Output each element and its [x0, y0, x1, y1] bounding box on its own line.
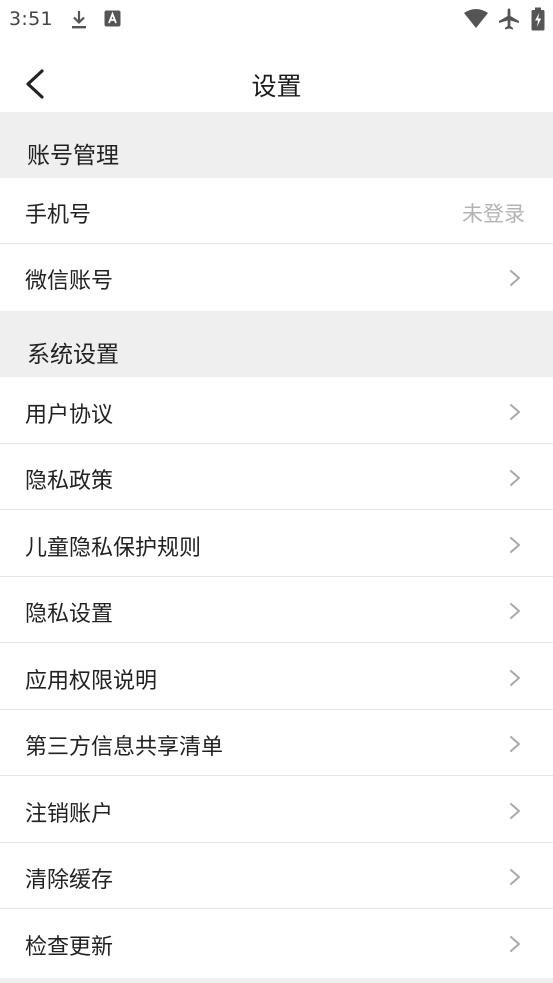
- chevron-right-icon: [510, 470, 520, 486]
- settings-row-clear-cache[interactable]: 清除缓存: [0, 843, 553, 909]
- chevron-right-icon: [510, 736, 520, 752]
- bottom-divider: [0, 978, 553, 983]
- chevron-right-icon: [510, 869, 520, 885]
- section-header-system: 系统设置: [0, 311, 553, 377]
- chevron-right-icon: [510, 537, 520, 553]
- chevron-right-icon: [510, 404, 520, 420]
- status-bar: 3:51: [0, 0, 553, 40]
- settings-row-privacy-settings[interactable]: 隐私设置: [0, 577, 553, 643]
- title-bar: 设置: [0, 50, 553, 112]
- airplane-icon: [499, 8, 519, 30]
- row-label: 用户协议: [25, 403, 114, 428]
- settings-row-delete-account[interactable]: 注销账户: [0, 777, 553, 843]
- row-label: 手机号: [25, 203, 92, 228]
- settings-row-user-agreement[interactable]: 用户协议: [0, 378, 553, 444]
- settings-row-child-privacy[interactable]: 儿童隐私保护规则: [0, 511, 553, 577]
- row-label: 注销账户: [25, 802, 114, 827]
- section-title: 账号管理: [27, 143, 119, 169]
- chevron-right-icon: [510, 670, 520, 686]
- settings-row-third-party-sharing[interactable]: 第三方信息共享清单: [0, 710, 553, 776]
- page-title: 设置: [251, 72, 302, 101]
- settings-row-permissions[interactable]: 应用权限说明: [0, 644, 553, 710]
- download-icon: [72, 11, 86, 29]
- a-icon: [104, 10, 121, 27]
- status-time: 3:51: [9, 8, 53, 30]
- row-label: 隐私设置: [25, 602, 114, 627]
- chevron-right-icon: [510, 603, 520, 619]
- row-label: 微信账号: [25, 269, 114, 294]
- settings-row-phone[interactable]: 手机号 未登录: [0, 178, 553, 244]
- row-label: 检查更新: [25, 935, 114, 960]
- section-title: 系统设置: [27, 342, 119, 368]
- row-label: 第三方信息共享清单: [25, 735, 224, 760]
- settings-row-privacy-policy[interactable]: 隐私政策: [0, 444, 553, 510]
- row-label: 清除缓存: [25, 868, 114, 893]
- row-label: 隐私政策: [25, 469, 114, 494]
- settings-row-check-update[interactable]: 检查更新: [0, 910, 553, 976]
- login-status-value: 未登录: [462, 202, 525, 226]
- settings-row-wechat[interactable]: 微信账号: [0, 244, 553, 310]
- chevron-right-icon: [510, 270, 520, 286]
- row-label: 应用权限说明: [25, 669, 158, 694]
- section-header-account: 账号管理: [0, 112, 553, 178]
- wifi-icon: [464, 9, 488, 28]
- battery-charging-icon: [531, 7, 545, 31]
- row-label: 儿童隐私保护规则: [25, 536, 202, 561]
- chevron-right-icon: [510, 803, 520, 819]
- chevron-right-icon: [510, 936, 520, 952]
